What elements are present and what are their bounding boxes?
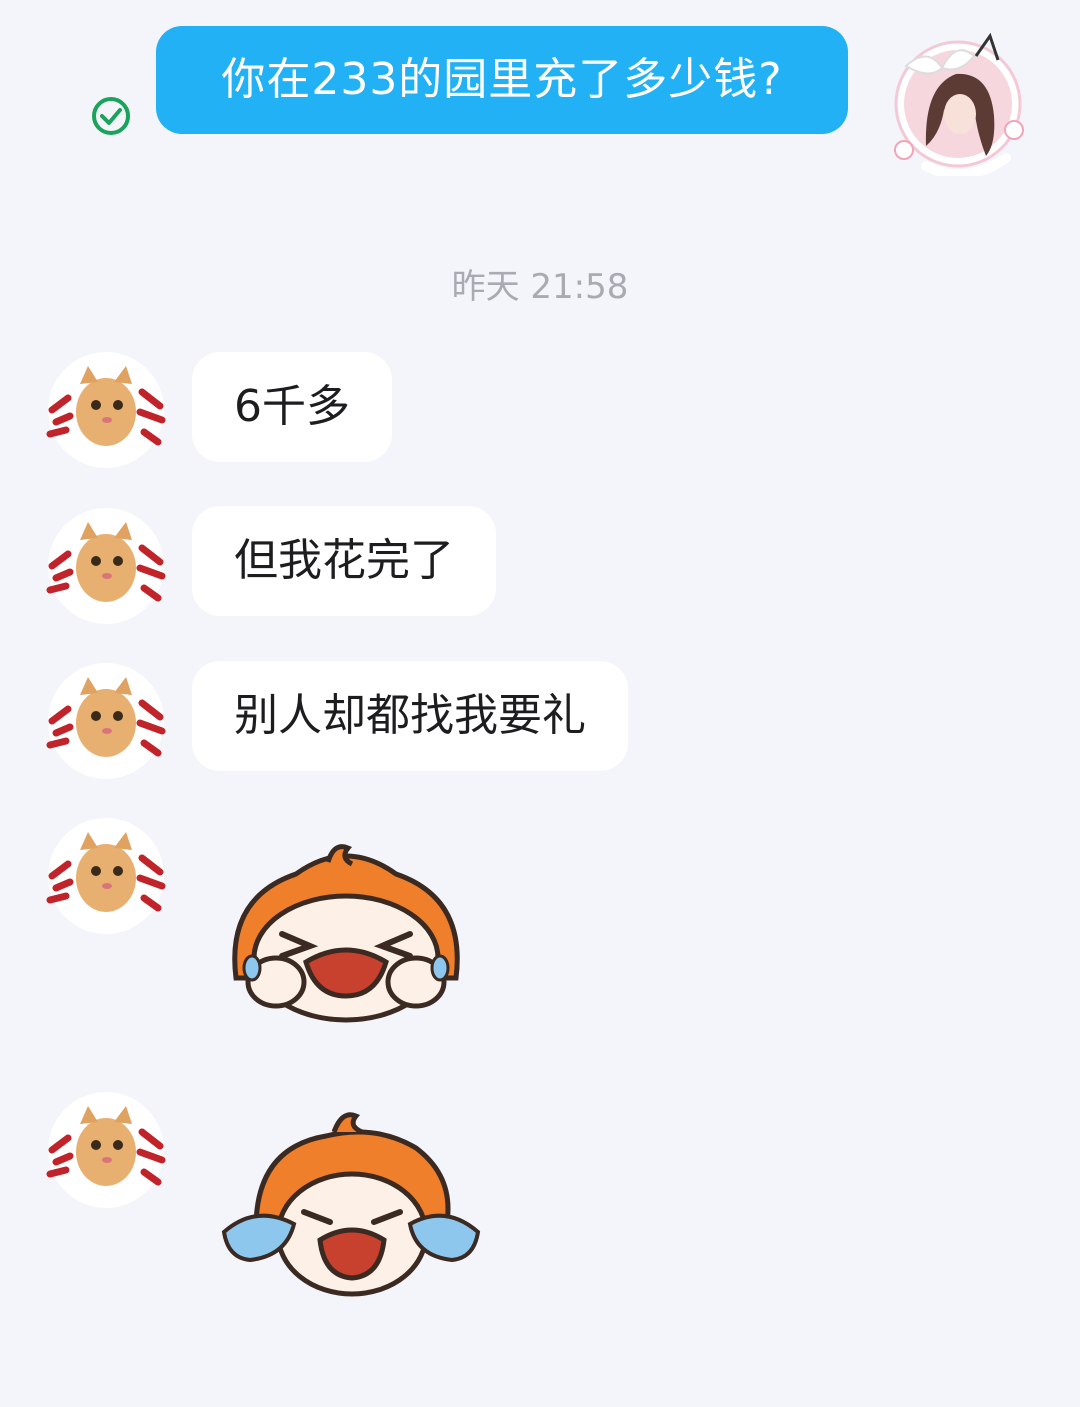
read-check-icon bbox=[90, 95, 132, 137]
crying-character-sticker[interactable] bbox=[216, 838, 476, 1038]
wailing-character-sticker[interactable] bbox=[216, 1108, 486, 1308]
contact-avatar[interactable] bbox=[46, 1090, 166, 1210]
contact-avatar[interactable] bbox=[46, 350, 166, 470]
sent-message-bubble[interactable]: 你在233的园里充了多少钱? bbox=[156, 26, 848, 134]
message-timestamp: 昨天 21:58 bbox=[451, 267, 629, 307]
received-message-bubble[interactable]: 但我花完了 bbox=[192, 506, 496, 616]
received-message-bubble[interactable]: 6千多 bbox=[192, 352, 392, 462]
contact-avatar[interactable] bbox=[46, 816, 166, 936]
my-avatar[interactable] bbox=[886, 26, 1036, 180]
received-message-bubble[interactable]: 别人却都找我要礼 bbox=[192, 661, 628, 771]
contact-avatar[interactable] bbox=[46, 661, 166, 781]
contact-avatar[interactable] bbox=[46, 506, 166, 626]
